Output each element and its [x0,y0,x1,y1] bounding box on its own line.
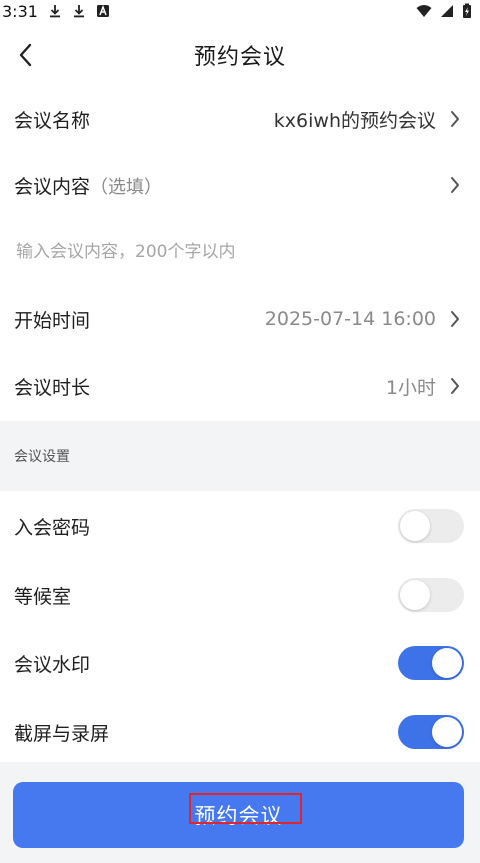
status-bar: 3:31 [0,0,480,22]
meeting-content-label-text: 会议内容 [14,175,91,198]
header: 预约会议 [0,22,480,88]
waiting-room-toggle[interactable] [398,578,464,612]
watermark-toggle[interactable] [398,646,464,680]
start-time-value: 2025-07-14 16:00 [264,308,436,330]
setting-row-waiting-room: 等候室 [0,562,480,628]
setting-row-password: 入会密码 [0,493,480,559]
chevron-left-icon [19,43,32,67]
duration-row[interactable]: 会议时长 1小时 [0,353,480,419]
setting-label-screen-capture: 截屏与录屏 [14,722,110,745]
screen-capture-toggle[interactable] [398,715,464,749]
duration-value: 1小时 [385,376,436,399]
meeting-name-label: 会议名称 [14,109,91,132]
status-right [416,3,480,19]
meeting-content-label: 会议内容（选填） [14,172,162,199]
start-time-row[interactable]: 开始时间 2025-07-14 16:00 [0,286,480,352]
settings-section-title: 会议设置 [14,449,70,465]
chevron-right-icon [448,175,462,195]
screen: 3:31 预约会议 会议名称 kx6iwh的预约会议 会议内容（选填） 输入会议… [0,0,480,863]
setting-row-watermark: 会议水印 [0,630,480,696]
a-badge-icon [96,4,109,17]
status-time: 3:31 [2,1,38,21]
signal-icon [441,5,453,17]
back-button[interactable] [8,37,44,73]
duration-label: 会议时长 [14,376,91,399]
toggle-knob [400,511,430,541]
meeting-content-input-wrap [0,220,480,284]
settings-section-header: 会议设置 [0,421,480,491]
password-toggle[interactable] [398,509,464,543]
setting-label-watermark: 会议水印 [14,653,91,676]
toggle-knob [400,580,430,610]
wifi-icon [416,5,432,17]
chevron-right-icon [448,376,462,396]
setting-label-waiting-room: 等候室 [14,585,72,608]
toggle-knob [432,717,462,747]
chevron-right-icon [448,309,462,329]
meeting-name-value: kx6iwh的预约会议 [273,109,436,132]
download-icon [49,5,60,18]
meeting-content-input[interactable] [14,241,468,263]
meeting-content-row[interactable]: 会议内容（选填） [0,152,480,218]
page-title: 预约会议 [193,45,286,70]
schedule-meeting-button[interactable]: 预约会议 [13,782,464,848]
setting-row-screen-capture: 截屏与录屏 [0,699,480,765]
setting-label-password: 入会密码 [14,516,91,539]
chevron-right-icon [448,109,462,129]
toggle-knob [432,648,462,678]
battery-charging-icon [463,3,471,18]
meeting-content-hint: （选填） [90,176,163,198]
start-time-label: 开始时间 [14,309,91,332]
status-left: 3:31 [0,2,110,21]
meeting-name-row[interactable]: 会议名称 kx6iwh的预约会议 [0,86,480,152]
download-icon [73,5,84,18]
